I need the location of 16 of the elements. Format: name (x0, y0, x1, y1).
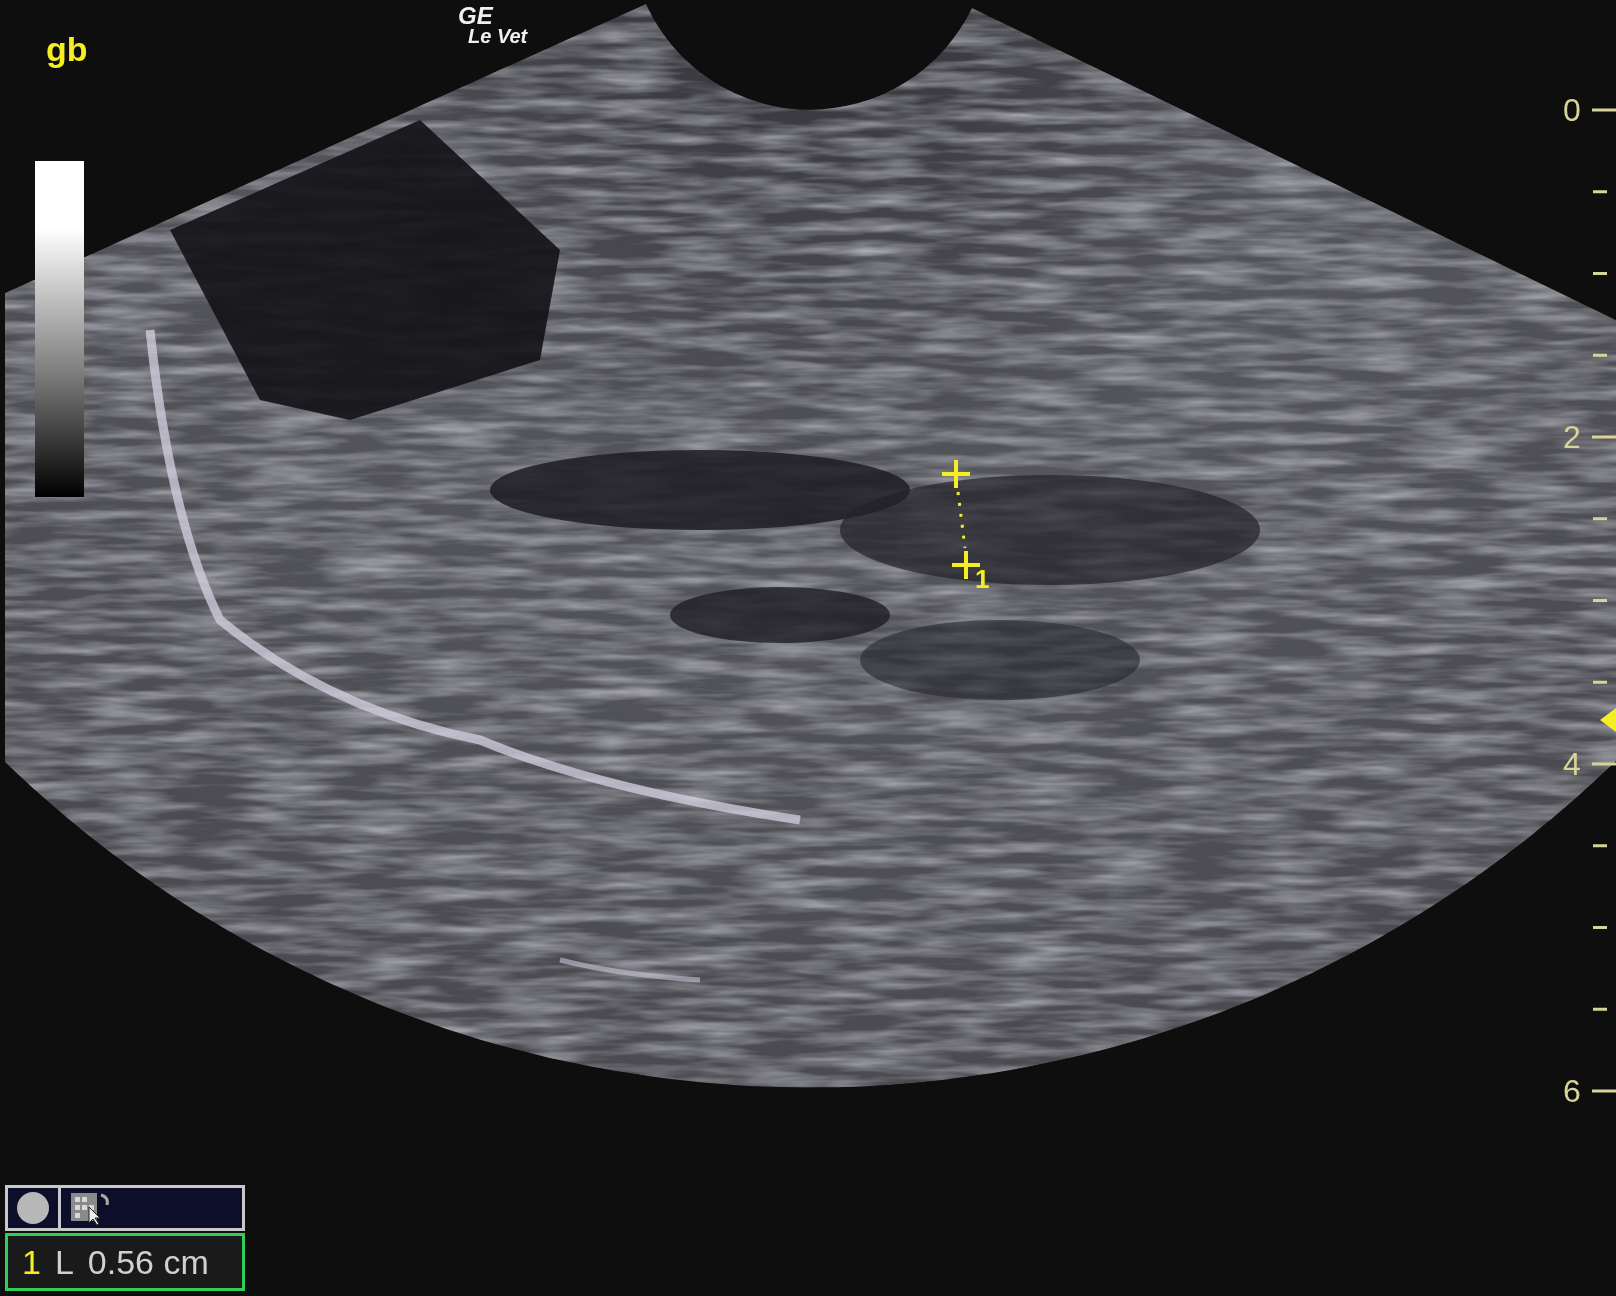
depth-label: 6 (1563, 1074, 1581, 1108)
measurement-type: L (54, 1242, 74, 1282)
depth-label: 4 (1563, 747, 1581, 781)
caliper-label: 1 (975, 566, 990, 592)
measurement-readout[interactable]: 1 L 0.56 cm (5, 1233, 245, 1291)
depth-label: 0 (1563, 93, 1581, 127)
measurement-line (956, 491, 967, 549)
caliper-cross-icon (942, 460, 970, 488)
annotation-label: gb (46, 30, 88, 68)
depth-label: 2 (1563, 420, 1581, 454)
focus-marker-icon (1600, 708, 1616, 732)
measurement-value: 0.56 cm (87, 1242, 209, 1282)
measurement-index: 1 (22, 1242, 41, 1282)
logo-text: GE (458, 6, 495, 26)
circle-icon[interactable] (16, 1191, 50, 1225)
logo-subtitle: Le Vet (468, 26, 528, 46)
